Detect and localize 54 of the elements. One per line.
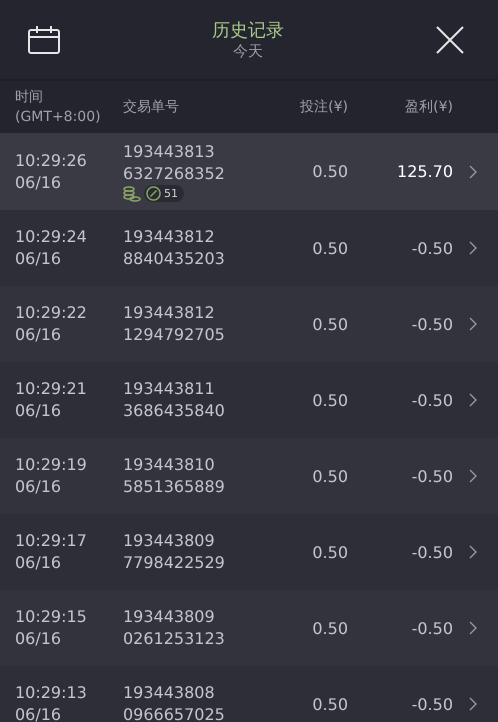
chevron-right-icon bbox=[469, 317, 477, 331]
chevron-right-icon bbox=[469, 241, 477, 255]
order-id-cell: 193443809 7798422529 bbox=[123, 531, 225, 572]
profit-cell: -0.50 bbox=[412, 618, 453, 638]
profit-cell: -0.50 bbox=[412, 390, 453, 410]
badge-count: 51 bbox=[164, 186, 178, 201]
stake-cell: 0.50 bbox=[312, 314, 348, 334]
time-cell: 10:29:19 06/16 bbox=[15, 455, 87, 496]
chevron-right-icon bbox=[469, 545, 477, 559]
profit-cell: -0.50 bbox=[412, 466, 453, 486]
stake-cell: 0.50 bbox=[312, 618, 348, 638]
order-id-cell: 193443813 6327268352 bbox=[123, 142, 225, 183]
order-id-cell: 193443809 0261253123 bbox=[123, 607, 225, 648]
order-id-cell: 193443812 8840435203 bbox=[123, 227, 225, 268]
time-cell: 10:29:17 06/16 bbox=[15, 531, 87, 572]
time-cell: 10:29:13 06/16 bbox=[15, 683, 87, 722]
chevron-right-icon bbox=[469, 469, 477, 483]
chevron-right-icon bbox=[469, 164, 477, 178]
history-row[interactable]: 10:29:26 06/16 193443813 6327268352 51 0.50 125.70 bbox=[0, 133, 498, 210]
order-id-cell: 193443808 0966657025 bbox=[123, 683, 225, 722]
time-cell: 10:29:24 06/16 bbox=[15, 227, 87, 268]
date-filter: 今天 bbox=[232, 42, 264, 61]
column-header: 盈利(¥) bbox=[405, 99, 453, 115]
order-id-cell: 193443812 1294792705 bbox=[123, 303, 225, 344]
column-header: 时间 (GMT+8:00) bbox=[15, 88, 101, 125]
chevron-right-icon bbox=[469, 393, 477, 407]
stake-cell: 0.50 bbox=[312, 162, 348, 181]
time-cell: 10:29:15 06/16 bbox=[15, 607, 87, 648]
page-title: 历史记录 bbox=[212, 19, 284, 42]
profit-cell: -0.50 bbox=[412, 694, 453, 714]
column-header: 投注(¥) bbox=[300, 99, 348, 115]
time-cell: 10:29:22 06/16 bbox=[15, 303, 87, 344]
profit-cell: -0.50 bbox=[412, 542, 453, 562]
time-cell: 10:29:21 06/16 bbox=[15, 379, 87, 420]
stake-cell: 0.50 bbox=[312, 390, 348, 410]
profit-cell: -0.50 bbox=[412, 314, 453, 334]
coins-icon bbox=[123, 186, 141, 202]
order-id-cell: 193443811 3686435840 bbox=[123, 379, 225, 420]
profit-cell: -0.50 bbox=[412, 238, 453, 258]
order-id-cell: 193443810 5851365889 bbox=[123, 455, 225, 496]
stake-cell: 0.50 bbox=[312, 542, 348, 562]
chevron-right-icon bbox=[469, 697, 477, 711]
history-row[interactable]: 10:29:15 06/16 193443809 0261253123 0.50 -0.50 bbox=[0, 590, 498, 666]
calendar-icon[interactable] bbox=[28, 26, 60, 54]
chevron-right-icon bbox=[469, 621, 477, 635]
stake-cell: 0.50 bbox=[312, 238, 348, 258]
profit-cell: 125.70 bbox=[397, 162, 453, 181]
history-row[interactable]: 10:29:22 06/16 193443812 1294792705 0.50 -0.50 bbox=[0, 286, 498, 362]
stake-cell: 0.50 bbox=[312, 466, 348, 486]
close-icon[interactable] bbox=[436, 26, 464, 54]
stake-cell: 0.50 bbox=[312, 694, 348, 714]
column-header: 交易单号 bbox=[123, 99, 179, 115]
history-row[interactable]: 10:29:19 06/16 193443810 5851365889 0.50 -0.50 bbox=[0, 438, 498, 514]
time-cell: 10:29:26 06/16 bbox=[15, 150, 87, 192]
